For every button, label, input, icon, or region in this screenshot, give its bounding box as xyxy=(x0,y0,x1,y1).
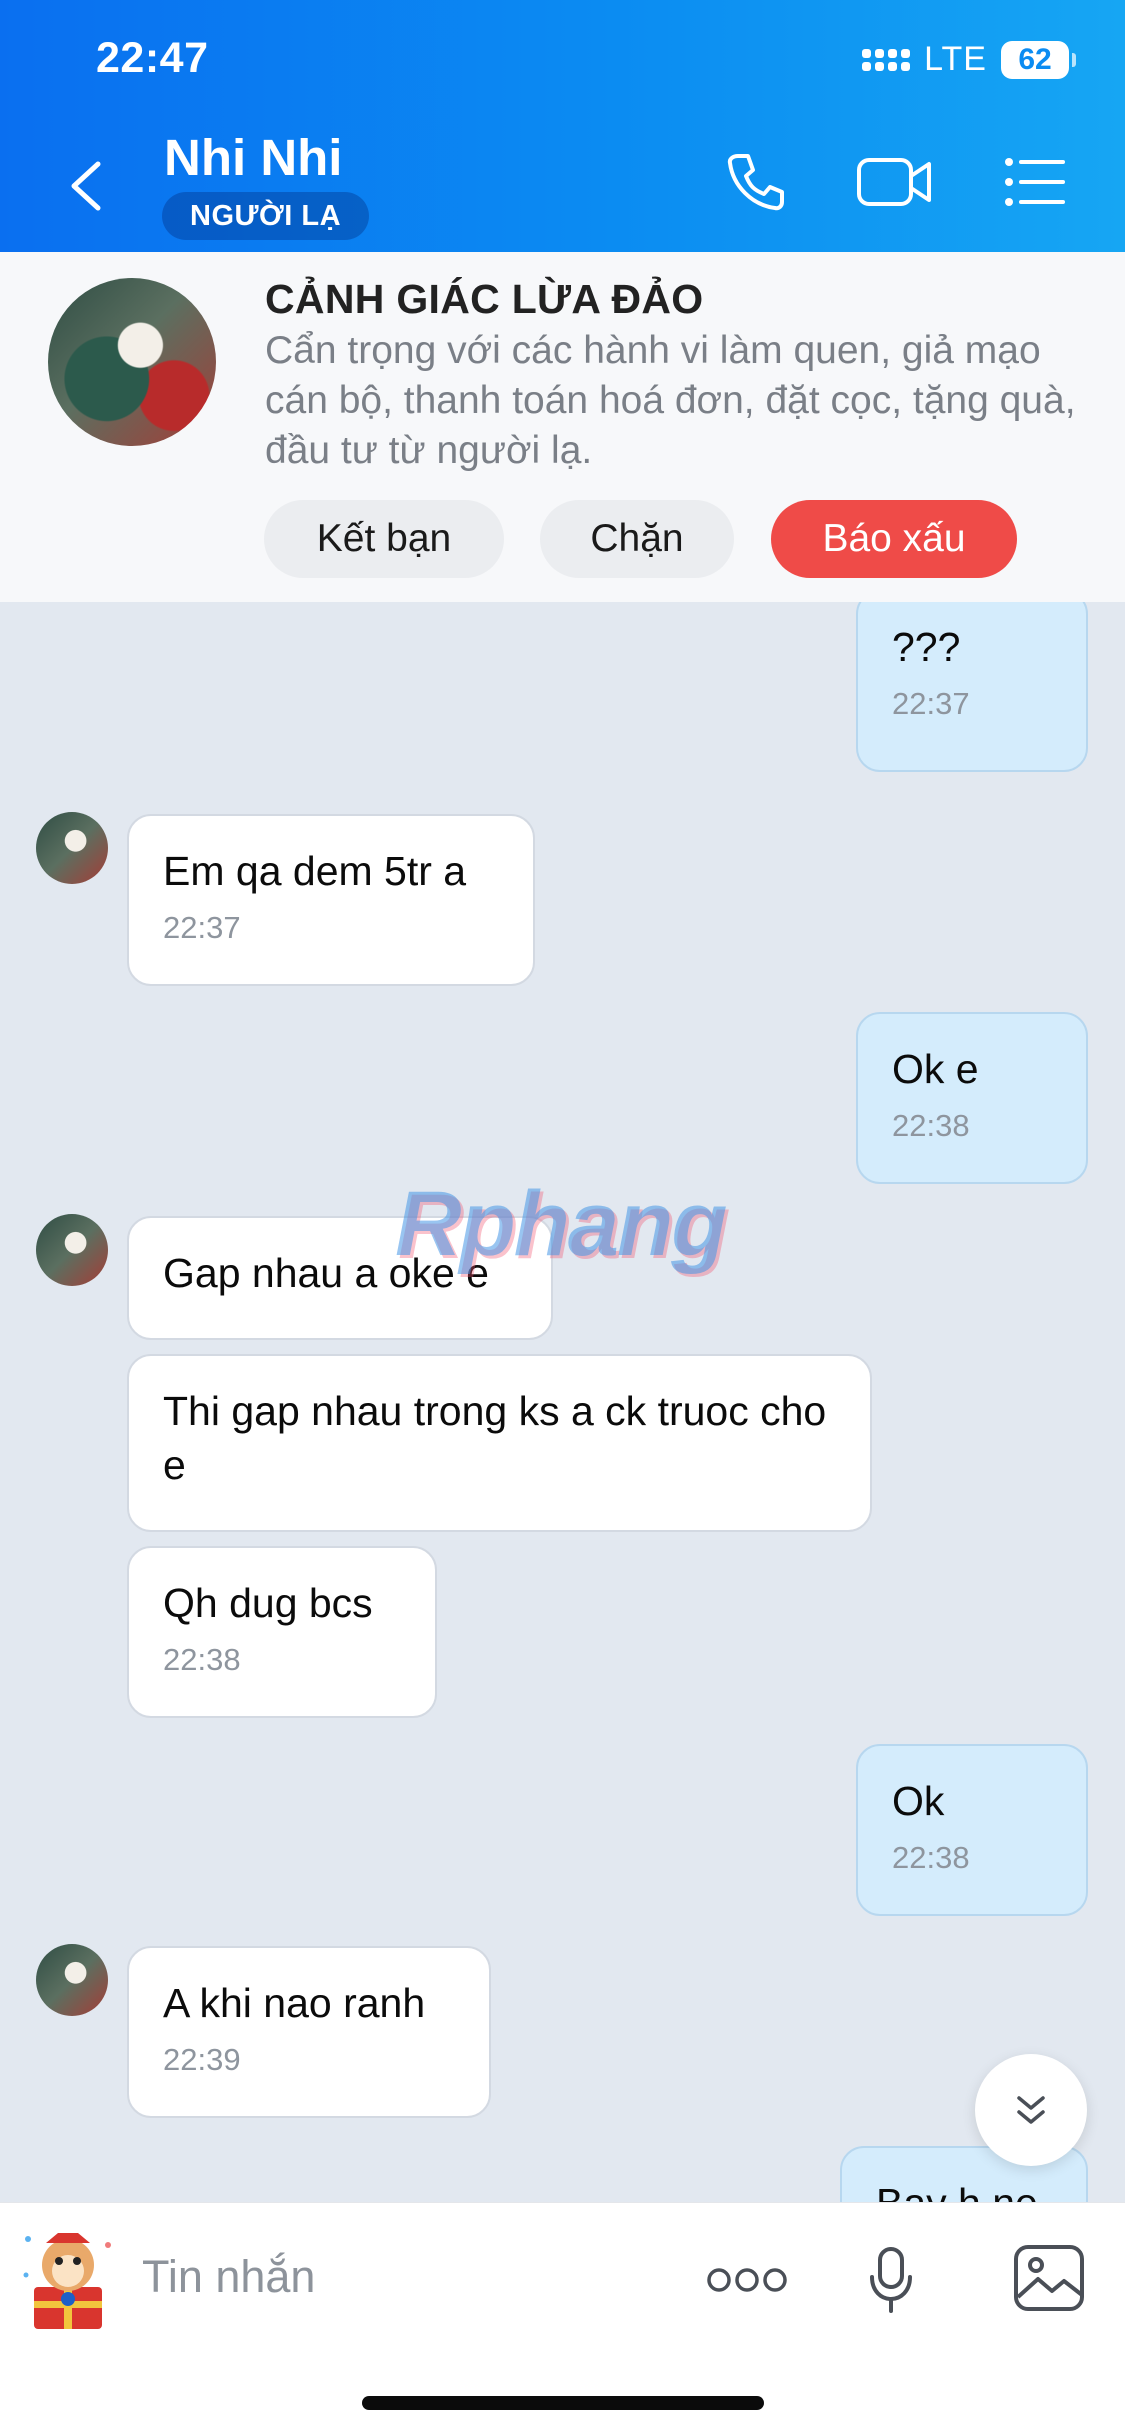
message-input[interactable] xyxy=(142,2251,642,2303)
report-button[interactable]: Báo xấu xyxy=(771,500,1017,578)
message-bubble-incoming[interactable]: Thi gap nhau trong ks a ck truoc cho e xyxy=(127,1354,872,1532)
message-text: ??? xyxy=(892,624,961,670)
message-text: A khi nao ranh xyxy=(163,1980,426,2026)
list-menu-icon[interactable] xyxy=(1003,150,1067,214)
message-text: Qh dug bcs xyxy=(163,1580,373,1626)
warning-text: Cẩn trọng với các hành vi làm quen, giả … xyxy=(265,329,1076,472)
sender-avatar[interactable] xyxy=(36,812,108,884)
message-time: 22:38 xyxy=(892,1840,970,1875)
contact-name[interactable]: Nhi Nhi xyxy=(164,128,342,187)
battery-icon: 62 xyxy=(1001,40,1076,79)
double-chevron-down-icon xyxy=(1017,2096,1045,2124)
warning-title: CẢNH GIÁC LỪA ĐẢO xyxy=(265,276,704,322)
add-friend-button[interactable]: Kết bạn xyxy=(264,500,504,578)
microphone-icon[interactable] xyxy=(866,2245,916,2315)
message-bubble-outgoing[interactable]: ??? 22:37 xyxy=(856,602,1088,772)
message-list[interactable]: ??? 22:37 Em qa dem 5tr a 22:37 Ok e 22:… xyxy=(0,602,1125,2202)
message-text: Ok e xyxy=(892,1046,979,1092)
more-options-icon[interactable] xyxy=(706,2265,788,2295)
contact-avatar[interactable] xyxy=(48,278,216,446)
message-bubble-outgoing[interactable]: Ok 22:38 xyxy=(856,1744,1088,1916)
message-bubble-incoming[interactable]: Em qa dem 5tr a 22:37 xyxy=(127,814,535,986)
message-bubble-incoming[interactable]: Qh dug bcs 22:38 xyxy=(127,1546,437,1718)
video-call-icon[interactable] xyxy=(855,150,933,214)
message-text: Em qa dem 5tr a xyxy=(163,848,467,894)
scam-warning-banner: CẢNH GIÁC LỪA ĐẢO Cẩn trọng với các hành… xyxy=(0,252,1125,602)
home-indicator[interactable] xyxy=(362,2396,764,2410)
message-bubble-incoming[interactable]: A khi nao ranh 22:39 xyxy=(127,1946,491,2118)
message-time: 22:38 xyxy=(163,1642,241,1677)
message-time: 22:38 xyxy=(892,1108,970,1143)
message-time: 22:37 xyxy=(163,910,241,945)
message-time: 22:37 xyxy=(892,686,970,721)
chevron-left-icon[interactable] xyxy=(64,156,110,216)
status-time: 22:47 xyxy=(96,34,209,82)
scroll-to-bottom-button[interactable] xyxy=(975,2054,1087,2166)
sticker-icon[interactable] xyxy=(18,2225,118,2333)
message-bubble-outgoing[interactable]: Ok e 22:38 xyxy=(856,1012,1088,1184)
network-type: LTE xyxy=(924,40,987,78)
chat-header: 22:47 LTE 62 Nhi Nhi NGƯỜI LẠ xyxy=(0,0,1125,252)
status-indicators: LTE 62 xyxy=(862,40,1076,79)
sender-avatar[interactable] xyxy=(36,1214,108,1286)
sender-avatar[interactable] xyxy=(36,1944,108,2016)
message-text: Ok xyxy=(892,1778,945,1824)
message-text: Bay h ne xyxy=(876,2180,1038,2202)
message-time: 22:39 xyxy=(163,2042,241,2077)
watermark: Rphang xyxy=(395,1173,727,1275)
image-icon[interactable] xyxy=(1012,2243,1086,2313)
phone-icon[interactable] xyxy=(724,150,788,214)
block-button[interactable]: Chặn xyxy=(540,500,734,578)
stranger-badge: NGƯỜI LẠ xyxy=(162,192,370,240)
message-text: Thi gap nhau trong ks a ck truoc cho e xyxy=(163,1388,827,1488)
signal-icon xyxy=(862,48,911,71)
